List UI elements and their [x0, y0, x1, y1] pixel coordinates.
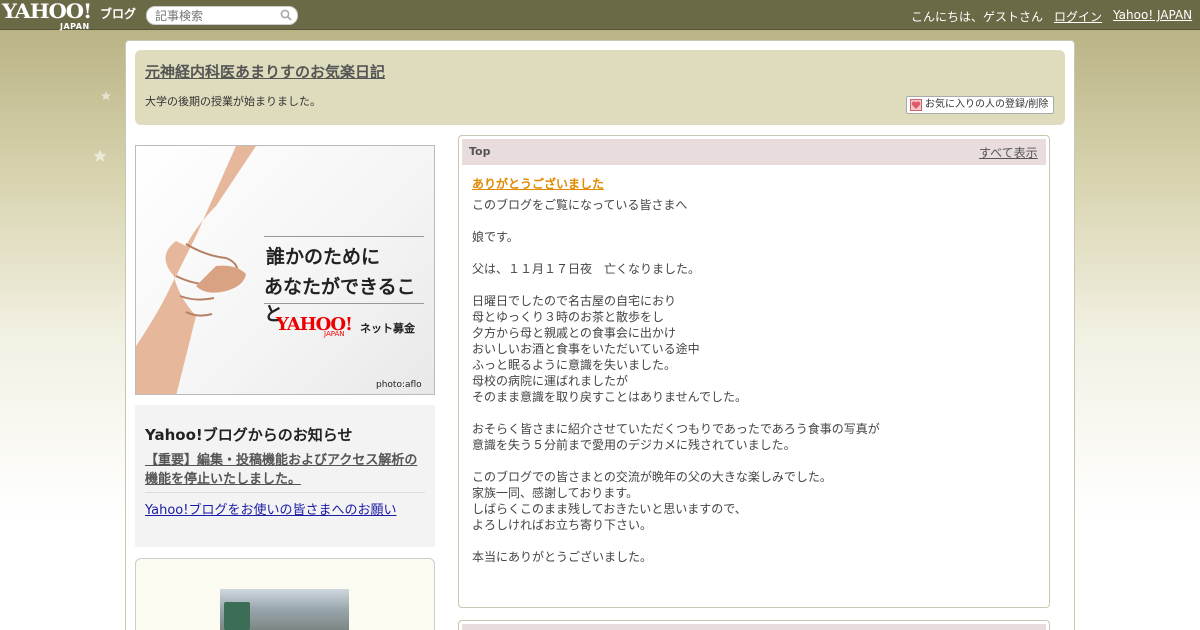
donation-ad-banner[interactable]: 誰かのために あなたができること YAHOO! JAPAN ネット募金 phot… — [135, 145, 435, 395]
article-line: しばらくこのまま残しておきたいと思いますので、 — [472, 502, 747, 516]
article-line — [472, 405, 1032, 421]
article-line — [472, 213, 1032, 229]
article-line: 意識を失う５分前まで愛用のデジカメに残されていました。 — [472, 438, 796, 452]
article-line — [472, 533, 1032, 549]
notice-link-important[interactable]: 【重要】編集・投稿機能およびアクセス解析の機能を停止いたしました。 — [145, 451, 430, 489]
article-line: ふっと眠るように意識を失いました。 — [472, 358, 677, 372]
article-line: このブログをご覧になっている皆さまへ — [472, 198, 688, 212]
article-line: そのまま意識を取り戻すことはありませんでした。 — [472, 390, 748, 404]
article-line — [472, 453, 1032, 469]
ad-divider — [264, 303, 424, 304]
notice-title: Yahoo!ブログからのお知らせ — [145, 426, 353, 444]
article-line: 娘です。 — [472, 230, 519, 244]
article-line: 父は、１１月１７日夜 亡くなりました。 — [472, 262, 701, 276]
article-title-link[interactable]: ありがとうございました — [472, 175, 604, 192]
article-body: このブログをご覧になっている皆さまへ 娘です。父は、１１月１７日夜 亡くなりました… — [472, 197, 1032, 565]
article-line — [472, 277, 1032, 293]
article-line: 家族一同、感謝しております。 — [472, 486, 639, 500]
star-icon — [101, 91, 111, 101]
notice-link-request[interactable]: Yahoo!ブログをお使いの皆さまへのお願い — [145, 499, 396, 518]
show-all-link[interactable]: すべて表示 — [979, 144, 1038, 161]
greeting-text: こんにちは、ゲストさん — [911, 10, 1044, 24]
article-line: このブログでの皆さまとの交流が晩年の父の大きな楽しみでした。 — [472, 470, 832, 484]
ad-service-label: ネット募金 — [360, 322, 415, 335]
train-image — [224, 602, 250, 630]
article-line: 母とゆっくり３時のお茶と散歩をし — [472, 310, 665, 324]
login-link[interactable]: ログイン — [1054, 8, 1102, 25]
search-input[interactable] — [146, 6, 298, 25]
article-line: 母校の病院に運ばれましたが — [472, 374, 629, 388]
logo-sub: JAPAN — [60, 22, 90, 31]
hands-image — [136, 146, 256, 394]
heart-icon — [910, 99, 922, 111]
ad-photo-credit: photo:aflo — [376, 380, 422, 390]
favorite-button-label: お気に入りの人の登録/削除 — [925, 99, 1049, 110]
star-icon — [93, 149, 107, 162]
article-line: おいしいお酒と食事をいただいている途中 — [472, 342, 700, 356]
ad-logo-sub: JAPAN — [324, 330, 345, 338]
ad-divider — [264, 236, 424, 237]
blog-title[interactable]: 元神経内科医あまりすのお気楽日記 — [145, 61, 385, 82]
article-header-2 — [462, 624, 1046, 630]
search-icon[interactable] — [280, 9, 292, 21]
article-line: 本当にありがとうございました。 — [472, 550, 653, 564]
yahoo-logo[interactable]: YAHOO! JAPAN — [2, 1, 92, 31]
article-header — [462, 139, 1046, 165]
article-line — [472, 245, 1032, 261]
article-line: 日曜日でしたので名古屋の自宅におり — [472, 294, 677, 308]
article-line: 夕方から母と親戚との食事会に出かけ — [472, 326, 676, 340]
favorite-button[interactable]: お気に入りの人の登録/削除 — [906, 96, 1054, 114]
yahoo-japan-link[interactable]: Yahoo! JAPAN — [1113, 8, 1192, 22]
blog-description: 大学の後期の授業が始まりました。 — [145, 95, 321, 108]
article-line: よろしければお立ち寄り下さい。 — [472, 518, 653, 532]
notice-divider — [145, 492, 425, 493]
article-line: おそらく皆さまに紹介させていただくつもりであったであろう食事の写真が — [472, 422, 880, 436]
article-section-label: Top — [469, 145, 491, 158]
logo-blog-label[interactable]: ブログ — [100, 5, 136, 22]
ad-headline-1: 誰かのために — [266, 246, 381, 268]
